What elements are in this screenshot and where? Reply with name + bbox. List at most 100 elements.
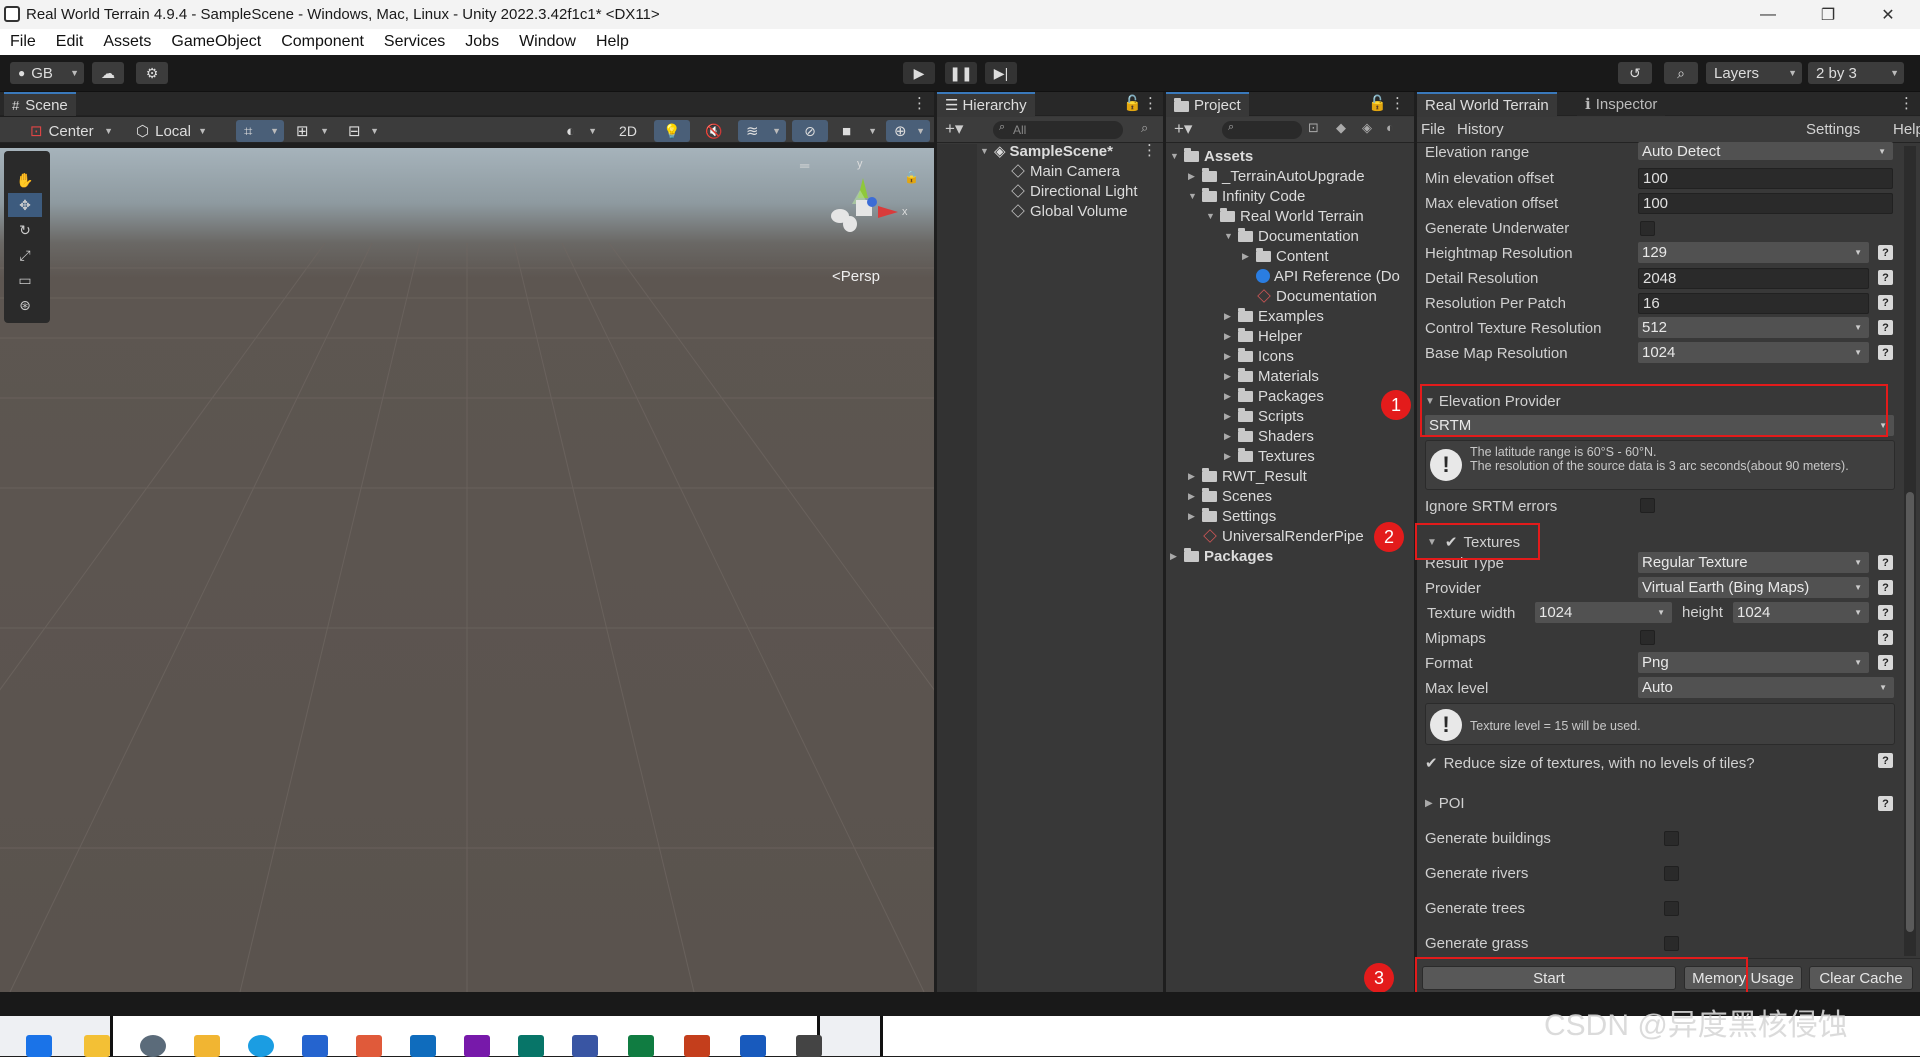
- hidden-packages-icon[interactable]: ◐: [1386, 120, 1394, 135]
- todo-icon[interactable]: [302, 1035, 328, 1057]
- generate-buildings-checkbox[interactable]: [1664, 831, 1679, 846]
- tree-real-world-terrain[interactable]: ▼ Real World Terrain: [1206, 206, 1364, 226]
- poi-foldout[interactable]: ▶ POI: [1425, 792, 1895, 814]
- layout-dropdown[interactable]: 2 by 3: [1808, 62, 1904, 84]
- increment-snap-dropdown[interactable]: ⊞: [288, 120, 334, 142]
- check-icon[interactable]: ✔: [1425, 754, 1438, 772]
- tree-settings[interactable]: ▶ Settings: [1188, 506, 1276, 526]
- file-explorer-icon[interactable]: [84, 1035, 110, 1057]
- lock-icon[interactable]: 🔓: [1123, 94, 1142, 112]
- generate-trees-checkbox[interactable]: [1664, 901, 1679, 916]
- services-button[interactable]: ⚙: [136, 62, 168, 84]
- help-icon[interactable]: ?: [1878, 245, 1893, 260]
- reduce-textures-row[interactable]: ✔ Reduce size of textures, with no levels…: [1425, 752, 1895, 774]
- hidden-objects-button[interactable]: ⊘: [792, 120, 828, 142]
- help-icon[interactable]: ?: [1878, 796, 1893, 811]
- excel-icon[interactable]: [628, 1035, 654, 1057]
- more-icon[interactable]: ⋮: [912, 94, 927, 112]
- tab-real-world-terrain[interactable]: Real World Terrain: [1417, 92, 1557, 116]
- menu-edit[interactable]: Edit: [56, 33, 84, 51]
- filter-icon[interactable]: ◆: [1336, 120, 1346, 136]
- ruler-dropdown[interactable]: ⊟: [340, 120, 384, 142]
- tree-rwt-result[interactable]: ▶ RWT_Result: [1188, 466, 1307, 486]
- generate-grass-checkbox[interactable]: [1664, 936, 1679, 951]
- resolution-per-patch-input[interactable]: 16: [1638, 293, 1869, 314]
- detail-resolution-input[interactable]: 2048: [1638, 268, 1869, 289]
- draw-mode-dropdown[interactable]: ◐: [558, 120, 602, 142]
- more-icon[interactable]: ⋮: [1899, 94, 1914, 112]
- publisher-icon[interactable]: [518, 1035, 544, 1057]
- menu-services[interactable]: Services: [384, 33, 445, 51]
- tree-materials[interactable]: ▶ Materials: [1224, 366, 1319, 386]
- space-dropdown[interactable]: ⬡ Local: [128, 120, 212, 142]
- menu-window[interactable]: Window: [519, 33, 576, 51]
- tree-api-reference[interactable]: API Reference (Do: [1256, 266, 1400, 286]
- tree-packages-sub[interactable]: ▶ Packages: [1224, 386, 1324, 406]
- menu-gameobject[interactable]: GameObject: [171, 33, 261, 51]
- lighting-button[interactable]: 💡: [654, 120, 690, 142]
- search-by-type-icon[interactable]: ⊡: [1308, 120, 1319, 136]
- heightmap-resolution-dropdown[interactable]: 129: [1638, 242, 1869, 263]
- play-button[interactable]: ▶: [903, 62, 935, 84]
- close-button[interactable]: ✕: [1858, 0, 1918, 29]
- max-elevation-input[interactable]: 100: [1638, 193, 1893, 214]
- hierarchy-search-input[interactable]: All: [993, 121, 1123, 139]
- scene-more-icon[interactable]: ⋮: [1142, 141, 1157, 159]
- word-icon[interactable]: [740, 1035, 766, 1057]
- menu-jobs[interactable]: Jobs: [465, 33, 499, 51]
- gizmos-dropdown[interactable]: ⊕: [886, 120, 930, 142]
- tab-inspector[interactable]: ℹ Inspector: [1577, 92, 1666, 116]
- orientation-gizmo[interactable]: y x: [820, 158, 910, 250]
- help-icon[interactable]: ?: [1878, 320, 1893, 335]
- outlook-icon[interactable]: [410, 1035, 436, 1057]
- tree-icons[interactable]: ▶ Icons: [1224, 346, 1294, 366]
- powerpoint-icon[interactable]: [684, 1035, 710, 1057]
- tab-project[interactable]: Project: [1166, 92, 1249, 116]
- tree-assets[interactable]: ▼ Assets: [1170, 146, 1253, 166]
- tree-scripts[interactable]: ▶ Scripts: [1224, 406, 1304, 426]
- help-icon[interactable]: ?: [1878, 295, 1893, 310]
- texture-width-dropdown[interactable]: 1024: [1535, 602, 1672, 623]
- onenote-icon[interactable]: [464, 1035, 490, 1057]
- tree-shaders[interactable]: ▶ Shaders: [1224, 426, 1314, 446]
- rwt-menu-history[interactable]: History: [1457, 121, 1504, 138]
- layers-dropdown[interactable]: Layers: [1706, 62, 1802, 84]
- folder-icon[interactable]: [194, 1035, 220, 1057]
- tab-scene[interactable]: # Scene: [4, 92, 76, 116]
- tree-textures[interactable]: ▶ Textures: [1224, 446, 1315, 466]
- min-elevation-input[interactable]: 100: [1638, 168, 1893, 189]
- transform-tool[interactable]: ⊛: [8, 293, 42, 317]
- pivot-dropdown[interactable]: ⊡ Center: [22, 120, 118, 142]
- generate-rivers-checkbox[interactable]: [1664, 866, 1679, 881]
- tab-hierarchy[interactable]: ☰ Hierarchy: [937, 92, 1035, 116]
- tree-documentation-asset[interactable]: Documentation: [1256, 286, 1377, 306]
- rwt-menu-file[interactable]: File: [1421, 121, 1445, 138]
- rotate-tool[interactable]: ↻: [8, 218, 42, 242]
- generate-underwater-checkbox[interactable]: [1640, 221, 1655, 236]
- grid-snap-dropdown[interactable]: ⌗: [236, 120, 284, 142]
- effects-dropdown[interactable]: ≋: [738, 120, 786, 142]
- rect-tool[interactable]: ▭: [8, 268, 42, 292]
- more-icon[interactable]: ⋮: [1390, 94, 1405, 112]
- scene-item[interactable]: ▼ ◈ SampleScene*: [980, 141, 1113, 161]
- tree-scenes[interactable]: ▶ Scenes: [1188, 486, 1272, 506]
- texture-height-dropdown[interactable]: 1024: [1733, 602, 1869, 623]
- scene-viewport[interactable]: ✋ ✥ ↻ ⤢ ▭ ⊛ y x 🔒 ═ <Persp: [0, 148, 934, 992]
- menu-assets[interactable]: Assets: [103, 33, 151, 51]
- audio-button[interactable]: 🔇: [696, 120, 732, 142]
- tree-documentation-folder[interactable]: ▼ Documentation: [1224, 226, 1359, 246]
- tree-urp-asset[interactable]: UniversalRenderPipe: [1202, 526, 1364, 546]
- step-button[interactable]: ▶|: [985, 62, 1017, 84]
- mipmaps-checkbox[interactable]: [1640, 630, 1655, 645]
- menu-lines-icon[interactable]: ═: [800, 158, 809, 173]
- elevation-range-dropdown[interactable]: Auto Detect: [1638, 142, 1893, 160]
- clear-cache-button[interactable]: Clear Cache: [1809, 966, 1913, 990]
- tree-packages[interactable]: ▶ Packages: [1170, 546, 1273, 566]
- search-options-icon[interactable]: ⌕: [1141, 120, 1148, 136]
- account-dropdown[interactable]: ● GB: [10, 62, 84, 84]
- menu-file[interactable]: File: [10, 33, 36, 51]
- minimize-button[interactable]: —: [1738, 0, 1798, 29]
- menu-component[interactable]: Component: [281, 33, 364, 51]
- help-icon[interactable]: ?: [1878, 270, 1893, 285]
- help-icon[interactable]: ?: [1878, 630, 1893, 645]
